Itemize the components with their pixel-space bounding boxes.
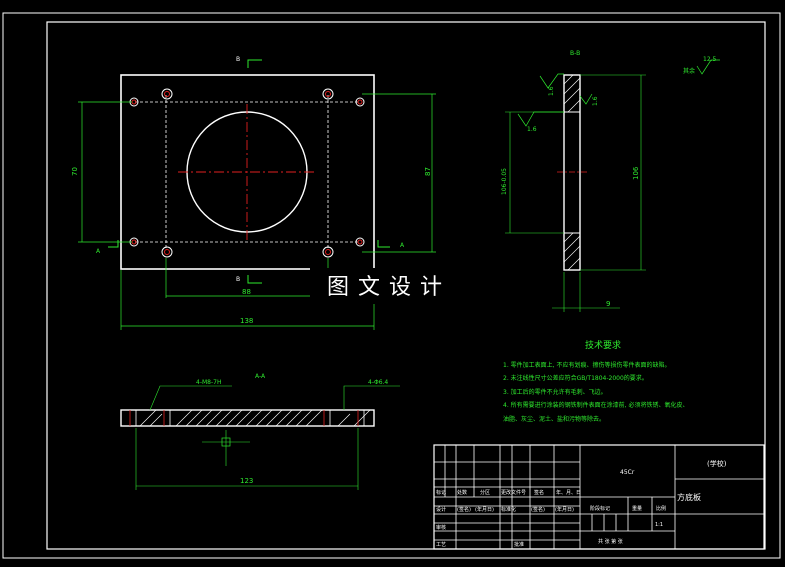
tech-req-item-4: 4. 所有需要进行涂装的钢铁制件表面在涂漆前, 必须将铁锈、氧化皮、 — [503, 401, 688, 409]
tb-sign: 签名 — [534, 489, 544, 496]
tb-sign3: (签名) — [531, 506, 545, 513]
roughness-value: 12.5 — [703, 56, 717, 63]
tb-date2: (年月日) — [475, 506, 494, 513]
tb-review: 审核 — [436, 524, 446, 531]
tb-change-doc: 更改文件号 — [501, 489, 526, 496]
section-left: A — [96, 248, 101, 255]
section-mark-bottom: B — [236, 276, 240, 283]
tb-weight: 重量 — [632, 505, 642, 512]
section-dim-left: 4-M8-7H — [196, 379, 221, 386]
section-mark-top: B — [236, 56, 240, 63]
tech-req-title: 技术要求 — [585, 339, 621, 351]
tb-date3: (年月日) — [555, 506, 574, 513]
section-view-title: A-A — [255, 373, 266, 380]
watermark-text: 图文设计 — [327, 275, 451, 300]
hole-bottom-right — [322, 246, 334, 258]
tb-sign2: (签名) — [457, 506, 471, 513]
side-dim-chamfer: 1.6 — [548, 86, 555, 96]
tb-zone: 分区 — [480, 489, 490, 496]
hole-bottom-left — [161, 246, 173, 258]
tb-count: 处数 — [457, 489, 467, 496]
tb-part-name: 方底板 — [677, 492, 701, 502]
tb-craft: 工艺 — [436, 542, 446, 548]
side-dim-height: 106 — [632, 166, 640, 180]
section-view: A-A 4-M8-7H 4-Φ6.4 123 — [120, 373, 400, 490]
tb-school: (学校) — [707, 459, 727, 468]
cad-drawing: B B A A 70 87 88 138 图文设计 B-B 1.6 1.6 1.… — [2, 12, 781, 559]
section-dim-width: 123 — [240, 477, 253, 485]
tb-stage: 阶段标记 — [590, 505, 610, 512]
section-right: A — [400, 242, 405, 249]
roughness-label: 其余 — [683, 67, 695, 75]
tech-requirements: 技术要求 1. 零件加工表面上, 不应有划痕、擦伤等损伤零件表面的缺陷。 2. … — [503, 339, 688, 423]
tech-req-item-3: 3. 加工后的零件不允许有毛刺、飞边。 — [503, 388, 607, 396]
dim-width-total: 138 — [240, 317, 253, 325]
section-dim-right: 4-Φ6.4 — [368, 379, 388, 386]
tb-standard: 标准化 — [501, 506, 516, 513]
title-block-text: 标记 处数 分区 更改文件号 签名 年、月、日 设计 (签名) (年月日) 标准… — [436, 459, 727, 548]
dim-width-inner: 88 — [242, 288, 251, 296]
roughness-note: 其余 12.5 — [683, 56, 720, 75]
dim-height-right: 87 — [424, 167, 432, 176]
tb-material: 45Cr — [620, 469, 635, 476]
side-dim-left-small: 1.6 — [527, 126, 537, 133]
tb-design: 设计 — [436, 506, 446, 513]
plate-outline — [120, 74, 375, 270]
section-profile — [120, 409, 375, 427]
tb-sheets: 共 张 第 张 — [598, 538, 623, 545]
side-view: B-B 1.6 1.6 1.6 106-0.05 106 9 — [501, 50, 646, 312]
tech-req-item-1: 1. 零件加工表面上, 不应有划痕、擦伤等损伤零件表面的缺陷。 — [503, 361, 670, 369]
side-dim-surface: 1.6 — [592, 96, 599, 106]
tb-ratio: 比例 — [656, 505, 666, 512]
tb-mark: 标记 — [436, 489, 446, 496]
side-profile — [563, 74, 581, 271]
tech-req-item-2: 2. 未注线性尺寸公差应符合GB/T1804-2000的要求。 — [503, 374, 648, 382]
dim-height-left: 70 — [71, 167, 79, 176]
tb-scale: 1:1 — [655, 522, 663, 528]
hole-top-left — [161, 88, 173, 100]
side-view-title: B-B — [570, 50, 580, 57]
side-dim-thickness: 9 — [606, 300, 610, 308]
side-dim-tol: 106-0.05 — [501, 168, 508, 195]
tb-approve: 批准 — [514, 541, 524, 548]
tb-date: 年、月、日 — [556, 489, 581, 496]
tech-req-item-5: 油脂、灰尘、泥土、盐和污物等除去。 — [503, 415, 605, 423]
